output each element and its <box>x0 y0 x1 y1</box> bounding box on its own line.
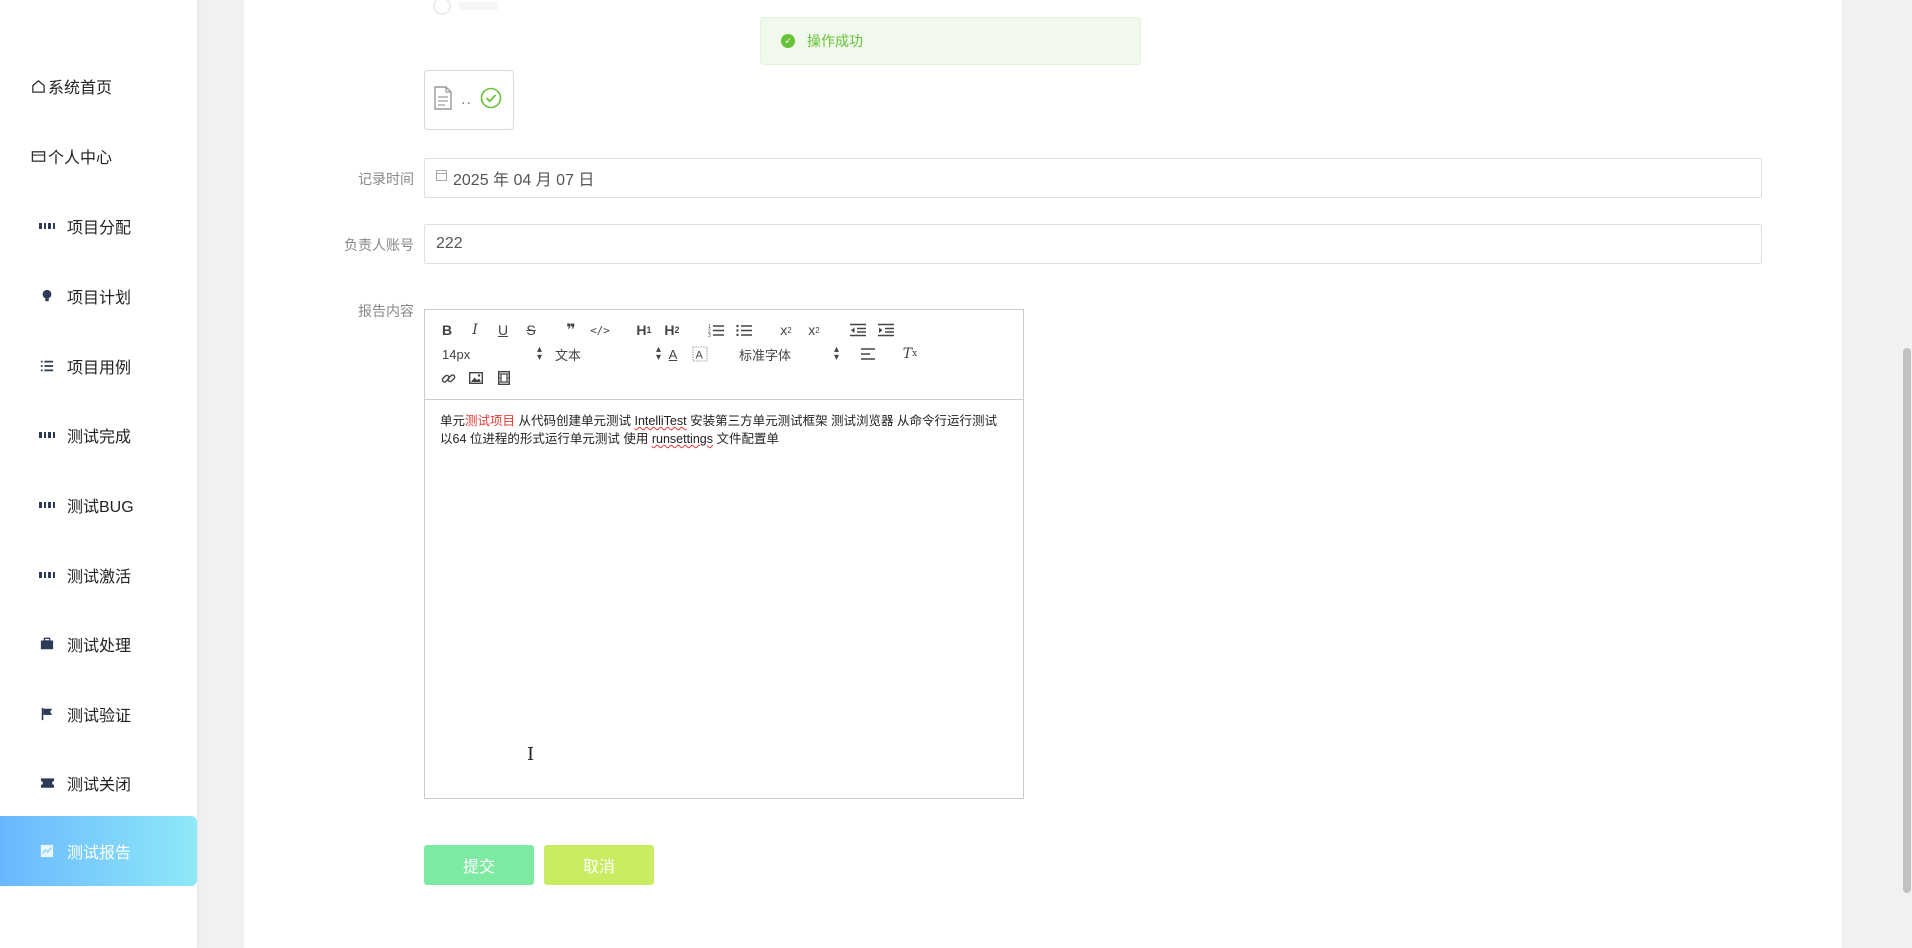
sidebar-item-project-cases[interactable]: 项目用例 <box>0 331 197 401</box>
ordered-list-button[interactable]: 123 <box>707 320 725 340</box>
sidebar-item-test-close[interactable]: 测试关闭 <box>0 748 197 818</box>
background-color-button[interactable]: A <box>691 344 709 364</box>
toast-message: 操作成功 <box>807 33 863 49</box>
sidebar-item-label: 项目计划 <box>67 290 132 307</box>
indent-button[interactable] <box>877 320 895 340</box>
strike-button[interactable]: S <box>523 320 539 340</box>
bold-button[interactable]: B <box>439 320 455 340</box>
header-select-value: 文本 <box>555 347 582 363</box>
scrolled-upload-area <box>430 0 510 18</box>
sidebar-item-test-complete[interactable]: 测试完成 <box>0 400 197 470</box>
align-button[interactable] <box>859 344 877 364</box>
calendar-icon <box>436 169 447 181</box>
select-arrows-icon: ▴ ▾ <box>655 344 661 363</box>
sidebar: 系统首页 个人中心 项目分配 项目计划 项目用例 测试完成 测试BUG 测试激活 <box>0 0 197 948</box>
superscript-button[interactable]: x2 <box>805 320 823 340</box>
scrollbar-thumb[interactable] <box>1903 348 1911 893</box>
outdent-button[interactable] <box>849 320 867 340</box>
grid-icon <box>39 567 55 583</box>
content-text: 单元 <box>440 414 466 428</box>
image-button[interactable] <box>467 368 485 388</box>
sidebar-item-label: 测试关闭 <box>67 777 132 794</box>
sidebar-item-project-plan[interactable]: 项目计划 <box>0 261 197 331</box>
font-size-value: 14px <box>442 346 471 362</box>
video-button[interactable] <box>495 368 513 388</box>
sidebar-item-label: 测试报告 <box>67 845 132 862</box>
subscript-button[interactable]: x2 <box>777 320 795 340</box>
home-icon <box>30 78 46 94</box>
owner-account-value: 222 <box>436 235 463 252</box>
document-icon <box>433 85 453 115</box>
svg-text:A: A <box>696 350 704 362</box>
sidebar-item-home[interactable]: 系统首页 <box>0 51 197 121</box>
cancel-button[interactable]: 取消 <box>544 845 654 885</box>
code-block-button[interactable]: </> <box>590 320 610 340</box>
list-icon <box>39 358 55 374</box>
check-circle-icon <box>480 87 502 114</box>
text-cursor-icon: I <box>527 744 535 765</box>
owner-account-field[interactable]: 222 <box>424 224 1762 264</box>
sidebar-item-label: 测试BUG <box>67 499 134 516</box>
success-check-icon: ✓ <box>781 34 795 48</box>
owner-account-label: 负责人账号 <box>344 237 414 253</box>
text-color-button[interactable]: A <box>665 344 681 364</box>
ticket-icon <box>39 775 55 791</box>
uploaded-file-card[interactable]: .. <box>424 70 514 130</box>
record-time-label: 记录时间 <box>358 171 414 187</box>
sidebar-item-label: 测试完成 <box>67 429 132 446</box>
page-scrollbar[interactable] <box>1902 0 1912 948</box>
underline-button[interactable]: U <box>495 320 511 340</box>
italic-button[interactable]: I <box>467 320 483 340</box>
header1-button[interactable]: H1 <box>633 320 655 340</box>
sidebar-item-label: 项目用例 <box>67 360 132 377</box>
sidebar-item-label: 项目分配 <box>67 220 132 237</box>
submit-button[interactable]: 提交 <box>424 845 534 885</box>
sidebar-item-test-handle[interactable]: 测试处理 <box>0 609 197 679</box>
sidebar-item-personal-center[interactable]: 个人中心 <box>0 121 197 191</box>
content-text: 文件配置单 <box>712 432 779 446</box>
flag-icon <box>39 706 55 722</box>
file-name: .. <box>461 91 472 108</box>
sidebar-item-test-report[interactable]: 测试报告 <box>0 816 197 886</box>
header-select[interactable]: 文本 ▴ ▾ <box>555 344 661 364</box>
bullet-list-button[interactable] <box>735 320 753 340</box>
briefcase-icon <box>39 636 55 652</box>
sidebar-item-label: 测试验证 <box>67 708 132 725</box>
sidebar-item-test-activate[interactable]: 测试激活 <box>0 540 197 610</box>
link-button[interactable] <box>439 368 457 388</box>
report-content-label: 报告内容 <box>358 303 414 319</box>
sidebar-item-test-verify[interactable]: 测试验证 <box>0 679 197 749</box>
record-time-value: 2025 年 04 月 07 日 <box>453 172 595 189</box>
wallet-icon <box>30 148 46 164</box>
select-arrows-icon: ▴ ▾ <box>536 344 542 363</box>
editor-content-area[interactable]: 单元测试项目 从代码创建单元测试 IntelliTest 安装第三方单元测试框架… <box>425 400 1023 460</box>
bulb-icon <box>39 288 55 304</box>
success-toast: ✓ 操作成功 <box>760 17 1141 65</box>
sidebar-item-label: 测试处理 <box>67 638 132 655</box>
editor-toolbar: B I U S ❞ </> H1 H2 123 x2 x2 14px ▴ ▾ 文本… <box>425 310 1023 400</box>
font-size-select[interactable]: 14px ▴ ▾ <box>442 344 542 364</box>
sidebar-item-project-allocation[interactable]: 项目分配 <box>0 191 197 261</box>
grid-icon <box>39 427 55 443</box>
content-spellcheck-text: runsettings <box>651 432 713 446</box>
select-arrows-icon: ▴ ▾ <box>833 344 839 363</box>
content-spellcheck-text: IntelliTest <box>634 414 687 428</box>
clear-format-button[interactable]: Tx <box>901 344 919 364</box>
content-text: 从代码创建单元测试 <box>515 414 635 428</box>
record-time-field[interactable]: 2025 年 04 月 07 日 <box>424 158 1762 198</box>
grid-icon <box>39 497 55 513</box>
font-family-select[interactable]: 标准字体 ▴ ▾ <box>739 344 839 364</box>
rich-text-editor: B I U S ❞ </> H1 H2 123 x2 x2 14px ▴ ▾ 文本… <box>424 309 1024 799</box>
grid-icon <box>39 218 55 234</box>
sidebar-item-test-bug[interactable]: 测试BUG <box>0 470 197 540</box>
sidebar-item-label: 系统首页 <box>48 80 113 97</box>
blockquote-button[interactable]: ❞ <box>563 320 579 340</box>
header2-button[interactable]: H2 <box>661 320 683 340</box>
content-highlight-text: 测试项目 <box>465 414 516 428</box>
sidebar-item-label: 个人中心 <box>48 150 113 167</box>
font-family-value: 标准字体 <box>739 347 792 363</box>
chart-icon <box>39 843 55 859</box>
sidebar-item-label: 测试激活 <box>67 569 132 586</box>
svg-text:3: 3 <box>708 333 711 337</box>
